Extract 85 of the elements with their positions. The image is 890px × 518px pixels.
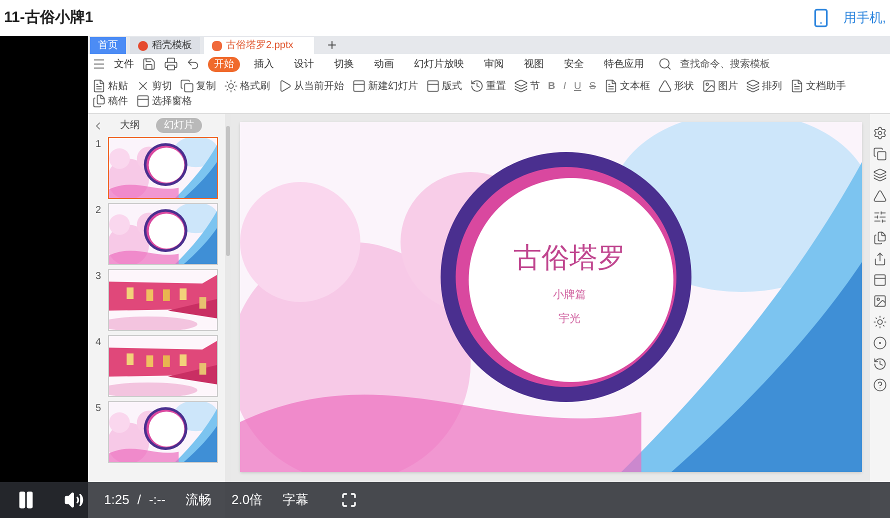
- slide-number: 5: [96, 402, 102, 416]
- ribbon-button[interactable]: 粘贴: [108, 78, 128, 94]
- command-search[interactable]: 查找命令、搜索模板: [680, 56, 770, 72]
- format-button[interactable]: B: [548, 78, 556, 94]
- volume-icon[interactable]: [64, 490, 84, 510]
- ribbon-button[interactable]: 从当前开始: [294, 78, 344, 94]
- quality-button[interactable]: 流畅: [186, 490, 212, 510]
- fullscreen-icon[interactable]: [340, 492, 357, 508]
- slide-icon[interactable]: [352, 79, 366, 93]
- undo-icon[interactable]: [186, 57, 200, 71]
- menu-icon[interactable]: [92, 57, 106, 71]
- format-button[interactable]: I: [563, 78, 566, 94]
- ribbon-button[interactable]: 版式: [442, 78, 462, 94]
- slide-number: 2: [96, 204, 102, 218]
- files-icon[interactable]: [873, 231, 887, 245]
- history-icon[interactable]: [873, 357, 887, 371]
- slide-number: 3: [96, 270, 102, 284]
- new-tab-icon[interactable]: [326, 39, 338, 51]
- menu-tab[interactable]: 特色应用: [598, 56, 650, 72]
- search-icon[interactable]: [658, 57, 672, 71]
- panel-icon[interactable]: [873, 273, 887, 287]
- help-icon[interactable]: [873, 378, 887, 392]
- current-time: 1:25: [104, 491, 130, 510]
- video-title: 11-古俗小牌1: [4, 8, 94, 28]
- menu-tab[interactable]: 视图: [518, 56, 550, 72]
- layers-icon[interactable]: [746, 79, 760, 93]
- copy-icon[interactable]: [873, 147, 887, 161]
- layout-icon[interactable]: [426, 79, 440, 93]
- ribbon-button[interactable]: 重置: [486, 78, 506, 94]
- ribbon-button[interactable]: 形状: [674, 78, 694, 94]
- ribbon-button[interactable]: 新建幻灯片: [368, 78, 418, 94]
- ribbon-button[interactable]: 剪切: [152, 78, 172, 94]
- play-icon[interactable]: [278, 79, 292, 93]
- menu-tab[interactable]: 设计: [288, 56, 320, 72]
- document-icon[interactable]: [790, 79, 804, 93]
- menu-tab[interactable]: 安全: [558, 56, 590, 72]
- layers-icon[interactable]: [514, 79, 528, 93]
- duration: -:--: [148, 491, 166, 510]
- slide-subtitle: 小牌篇: [553, 288, 586, 302]
- speed-button[interactable]: 2.0倍: [232, 490, 263, 510]
- document-icon[interactable]: [92, 79, 106, 93]
- menu-tab[interactable]: 幻灯片放映: [408, 56, 470, 72]
- ribbon-button[interactable]: 选择窗格: [152, 94, 192, 108]
- triangle-icon[interactable]: [873, 189, 887, 203]
- ribbon-button[interactable]: 复制: [196, 78, 216, 94]
- subtitles-button[interactable]: 字幕: [282, 490, 309, 510]
- ribbon-button[interactable]: 节: [530, 78, 540, 94]
- format-button[interactable]: S: [589, 78, 596, 94]
- ribbon-button[interactable]: 文本框: [620, 78, 650, 94]
- document-tab[interactable]: 古俗塔罗2.pptx: [204, 37, 314, 54]
- file-menu[interactable]: 文件: [114, 56, 134, 72]
- ribbon-button[interactable]: 稿件: [108, 94, 128, 108]
- ribbon-button[interactable]: 图片: [718, 78, 738, 94]
- time-separator: /: [137, 491, 141, 510]
- ribbon-button[interactable]: 格式刷: [240, 78, 270, 94]
- menu-tab[interactable]: 审阅: [478, 56, 510, 72]
- sun-icon[interactable]: [873, 315, 887, 329]
- record-icon[interactable]: [873, 336, 887, 350]
- ribbon-button[interactable]: 文档助手: [806, 78, 846, 94]
- panel-tab[interactable]: 大纲: [112, 118, 148, 133]
- slide-author: 宇光: [558, 312, 580, 327]
- panel-icon[interactable]: [136, 94, 150, 108]
- image-icon[interactable]: [702, 79, 716, 93]
- share-icon[interactable]: [873, 252, 887, 266]
- document-tab[interactable]: 稻壳模板: [130, 37, 200, 54]
- image-icon[interactable]: [873, 294, 887, 308]
- save-icon[interactable]: [142, 57, 156, 71]
- copy-icon[interactable]: [180, 79, 194, 93]
- layers-icon[interactable]: [873, 168, 887, 182]
- shape-icon[interactable]: [658, 79, 672, 93]
- menu-tab[interactable]: 插入: [248, 56, 280, 72]
- menu-tab[interactable]: 动画: [368, 56, 400, 72]
- menu-tab[interactable]: 切换: [328, 56, 360, 72]
- ribbon-button[interactable]: 排列: [762, 78, 782, 94]
- sliders-icon[interactable]: [873, 210, 887, 224]
- phone-link[interactable]: 用手机,: [843, 8, 886, 28]
- slide-number: 4: [96, 336, 102, 350]
- files-icon[interactable]: [92, 94, 106, 108]
- settings-icon[interactable]: [873, 126, 887, 140]
- format-button[interactable]: U: [574, 78, 582, 94]
- reset-icon[interactable]: [470, 79, 484, 93]
- print-icon[interactable]: [164, 57, 178, 71]
- presentation-icon: [212, 40, 222, 50]
- slide-number: 1: [96, 138, 102, 152]
- slide-title: 古俗塔罗: [514, 240, 626, 274]
